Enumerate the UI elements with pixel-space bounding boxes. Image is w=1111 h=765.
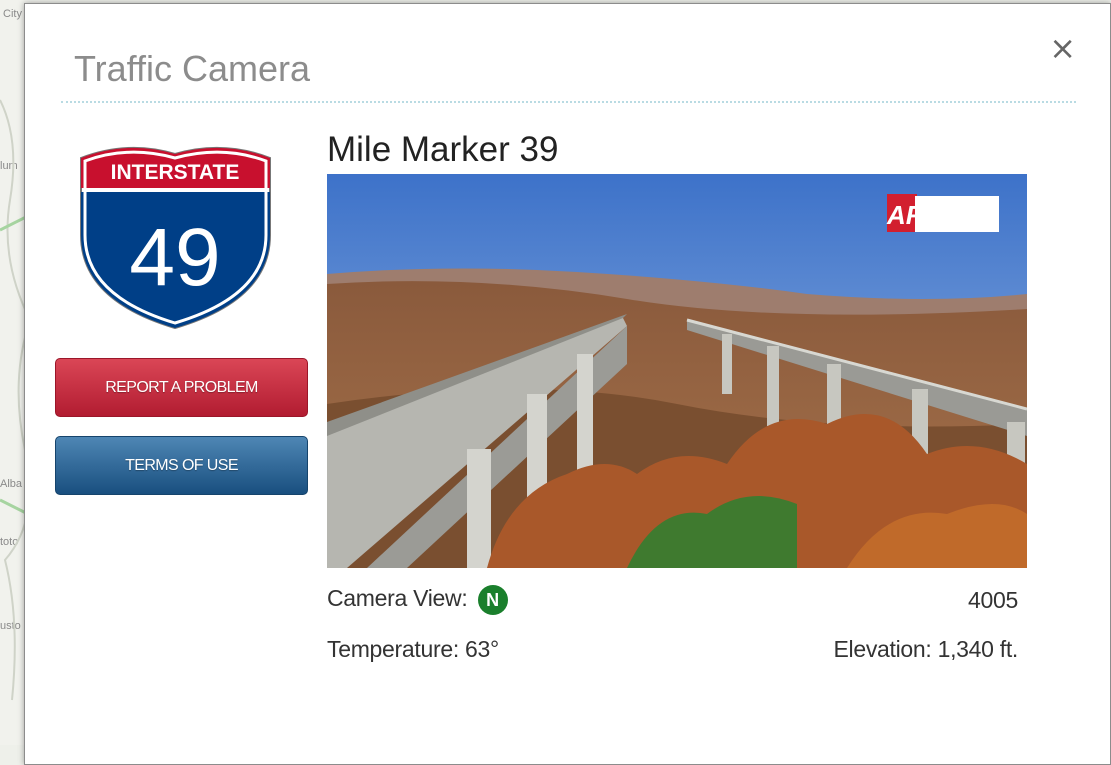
camera-title: Mile Marker 39 [327,130,559,169]
close-icon: × [1049,29,1076,67]
elevation-readout: Elevation: 1,340 ft. [833,636,1018,662]
close-button[interactable]: × [1049,32,1076,64]
shield-number: 49 [129,212,220,303]
report-problem-button[interactable]: REPORT A PROBLEM [55,358,308,417]
camera-view-row: Camera View: N [327,585,508,615]
modal-title: Traffic Camera [74,48,311,89]
camera-view-label: Camera View: [327,585,468,612]
interstate-shield-icon: INTERSTATE 49 [80,146,271,330]
compass-north-icon: N [477,585,508,615]
title-divider [61,101,1076,103]
ardot-logo: ARDOT [886,200,982,230]
traffic-camera-modal: Traffic Camera × INTERSTATE 49 REPORT A … [24,3,1111,765]
camera-id: 4005 [968,587,1018,613]
terms-of-use-button[interactable]: TERMS OF USE [55,436,308,495]
shield-top-text: INTERSTATE [111,161,240,184]
temperature-readout: Temperature: 63° [327,636,499,662]
camera-image: ARDOT [327,174,1027,568]
